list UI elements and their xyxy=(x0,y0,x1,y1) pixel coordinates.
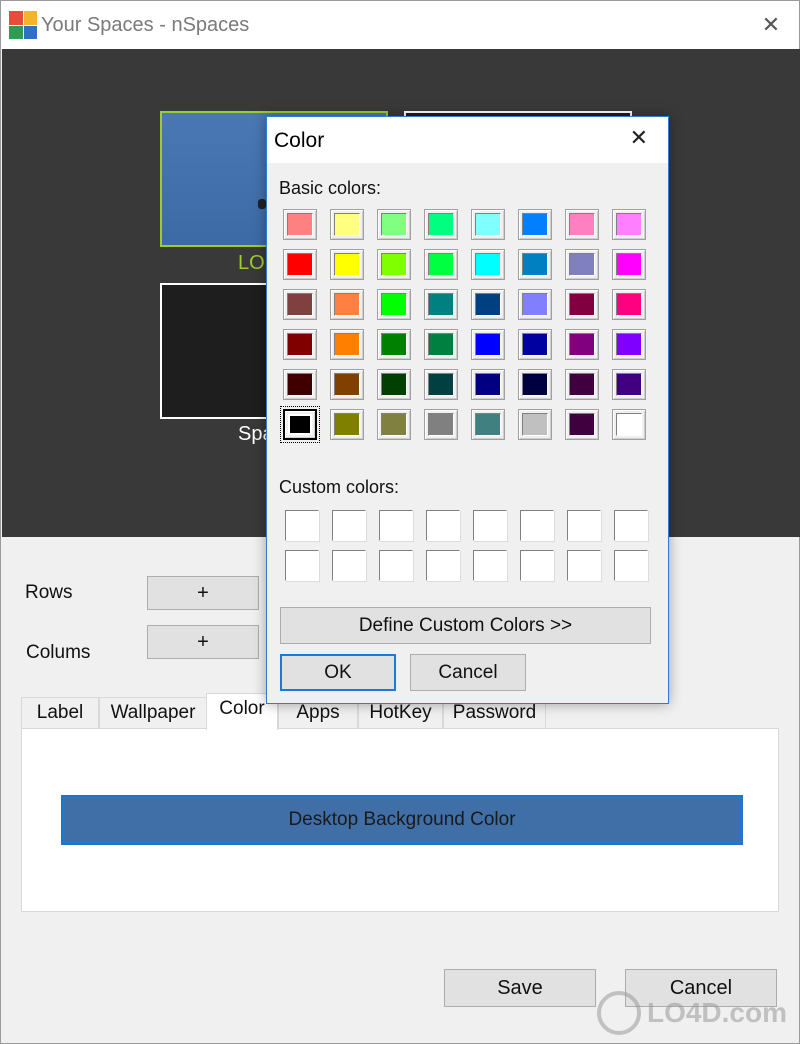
basic-color-swatch[interactable] xyxy=(518,289,552,320)
basic-color-swatch[interactable] xyxy=(330,369,364,400)
close-icon[interactable]: ✕ xyxy=(630,125,648,151)
basic-color-swatch[interactable] xyxy=(612,249,646,280)
basic-color-swatch[interactable] xyxy=(377,249,411,280)
basic-color-swatch[interactable] xyxy=(424,369,458,400)
basic-color-swatch[interactable] xyxy=(377,369,411,400)
nspaces-app-icon xyxy=(9,11,37,39)
space-thumbnail-3[interactable] xyxy=(160,283,275,419)
basic-color-swatch[interactable] xyxy=(612,409,646,440)
basic-color-swatch[interactable] xyxy=(330,209,364,240)
custom-color-swatch[interactable] xyxy=(614,510,648,541)
basic-color-swatch[interactable] xyxy=(377,329,411,360)
basic-color-swatch[interactable] xyxy=(565,209,599,240)
custom-color-swatch[interactable] xyxy=(520,550,554,581)
ok-button[interactable]: OK xyxy=(280,654,396,691)
custom-color-swatch[interactable] xyxy=(379,550,413,581)
save-button[interactable]: Save xyxy=(444,969,596,1007)
basic-color-swatch[interactable] xyxy=(424,249,458,280)
basic-color-swatch[interactable] xyxy=(283,209,317,240)
basic-color-swatch[interactable] xyxy=(283,369,317,400)
basic-color-swatch[interactable] xyxy=(471,369,505,400)
basic-color-swatch[interactable] xyxy=(565,409,599,440)
basic-color-swatch[interactable] xyxy=(471,329,505,360)
add-row-button[interactable]: + xyxy=(147,576,259,610)
desktop-background-color-button[interactable]: Desktop Background Color xyxy=(61,795,743,845)
basic-color-swatch[interactable] xyxy=(424,209,458,240)
basic-color-swatch[interactable] xyxy=(565,289,599,320)
basic-color-swatch[interactable] xyxy=(424,329,458,360)
basic-color-swatch[interactable] xyxy=(518,409,552,440)
basic-color-swatch[interactable] xyxy=(330,249,364,280)
basic-color-swatch[interactable] xyxy=(330,289,364,320)
basic-color-swatch[interactable] xyxy=(518,329,552,360)
basic-color-swatch[interactable] xyxy=(424,409,458,440)
define-custom-colors-button[interactable]: Define Custom Colors >> xyxy=(280,607,651,644)
basic-color-swatch[interactable] xyxy=(612,209,646,240)
basic-color-swatch[interactable] xyxy=(518,209,552,240)
color-dialog-title: Color xyxy=(274,129,325,152)
basic-color-swatch[interactable] xyxy=(283,289,317,320)
basic-color-swatch[interactable] xyxy=(471,249,505,280)
custom-color-swatch[interactable] xyxy=(473,550,507,581)
basic-color-swatch[interactable] xyxy=(612,329,646,360)
columns-label: Colums xyxy=(26,642,91,663)
custom-color-swatch[interactable] xyxy=(332,510,366,541)
custom-color-swatch[interactable] xyxy=(567,510,601,541)
cursor-icon xyxy=(258,199,266,209)
add-column-button[interactable]: + xyxy=(147,625,259,659)
space-1-label: LO xyxy=(238,252,265,274)
basic-color-swatch[interactable] xyxy=(518,369,552,400)
custom-color-swatch[interactable] xyxy=(426,550,460,581)
dialog-cancel-button[interactable]: Cancel xyxy=(410,654,526,691)
custom-colors-label: Custom colors: xyxy=(279,477,400,497)
custom-color-swatch[interactable] xyxy=(520,510,554,541)
basic-color-swatch[interactable] xyxy=(471,209,505,240)
window-title: Your Spaces - nSpaces xyxy=(41,14,250,36)
basic-color-swatch[interactable] xyxy=(565,369,599,400)
basic-color-swatch[interactable] xyxy=(612,289,646,320)
color-tab-panel: Desktop Background Color xyxy=(21,728,779,912)
tab-label[interactable]: Label xyxy=(21,697,99,729)
watermark-logo-icon xyxy=(596,991,641,1035)
basic-color-swatch[interactable] xyxy=(612,369,646,400)
basic-color-swatch[interactable] xyxy=(280,406,320,443)
watermark-text: LO4D.com xyxy=(646,997,787,1028)
color-dialog-title-bar: Color ✕ xyxy=(267,117,668,163)
tab-wallpaper[interactable]: Wallpaper xyxy=(99,697,207,729)
custom-color-swatch[interactable] xyxy=(614,550,648,581)
custom-color-swatch[interactable] xyxy=(567,550,601,581)
title-bar: Your Spaces - nSpaces ✕ xyxy=(1,1,799,49)
basic-color-swatch[interactable] xyxy=(471,289,505,320)
basic-colors-label: Basic colors: xyxy=(279,178,382,198)
basic-color-swatch[interactable] xyxy=(330,329,364,360)
close-icon[interactable]: ✕ xyxy=(757,11,785,39)
basic-color-swatch[interactable] xyxy=(283,249,317,280)
custom-color-swatch[interactable] xyxy=(379,510,413,541)
basic-color-swatch[interactable] xyxy=(518,249,552,280)
custom-color-swatch[interactable] xyxy=(285,550,319,581)
basic-color-swatch[interactable] xyxy=(424,289,458,320)
basic-color-swatch[interactable] xyxy=(377,409,411,440)
basic-color-swatch[interactable] xyxy=(377,209,411,240)
basic-color-swatch[interactable] xyxy=(565,329,599,360)
basic-color-swatch[interactable] xyxy=(471,409,505,440)
basic-color-swatch[interactable] xyxy=(377,289,411,320)
basic-color-swatch[interactable] xyxy=(565,249,599,280)
rows-label: Rows xyxy=(25,582,73,603)
watermark: LO4D.com xyxy=(596,991,787,1035)
color-dialog: Color ✕ Basic colors: Custom colors: Def… xyxy=(266,116,669,704)
custom-color-swatch[interactable] xyxy=(473,510,507,541)
custom-color-swatch[interactable] xyxy=(332,550,366,581)
custom-color-swatch[interactable] xyxy=(285,510,319,541)
basic-color-swatch[interactable] xyxy=(330,409,364,440)
basic-color-swatch[interactable] xyxy=(283,329,317,360)
custom-color-swatch[interactable] xyxy=(426,510,460,541)
